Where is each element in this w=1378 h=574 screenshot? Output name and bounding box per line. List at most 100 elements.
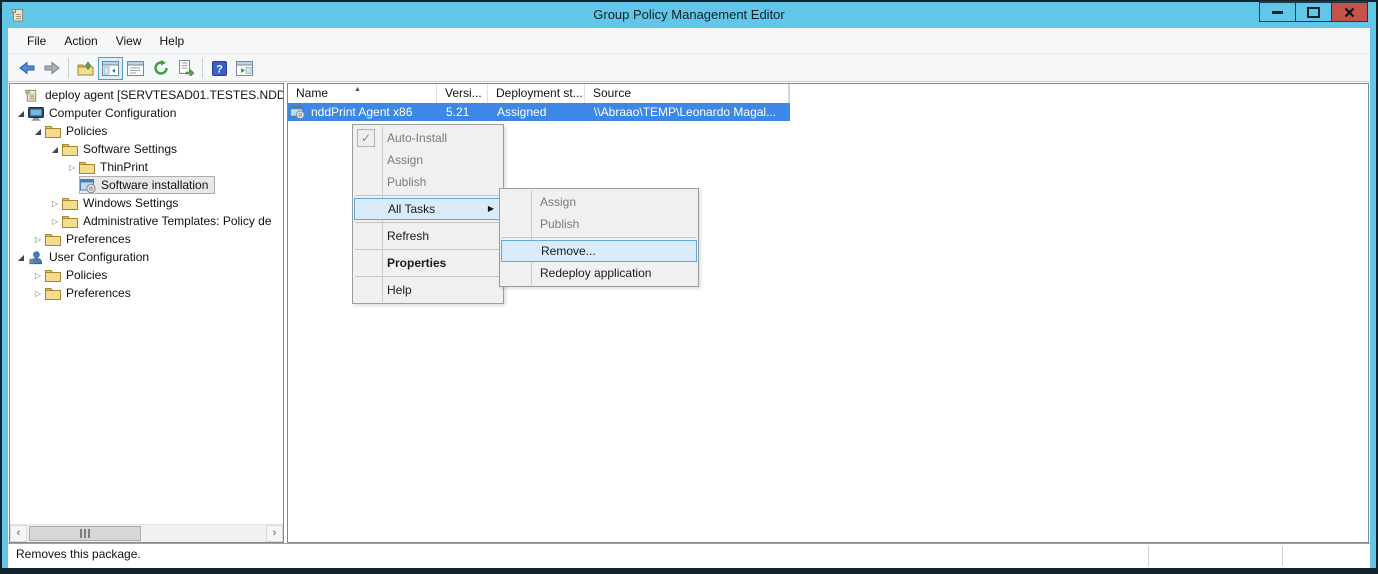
scrollbar-grip-icon	[80, 529, 82, 538]
toolbar-separator	[202, 58, 203, 78]
menu-item-assign: Assign	[353, 149, 503, 171]
menu-help[interactable]: Help	[151, 31, 194, 51]
column-header-version[interactable]: Versi...	[437, 84, 488, 103]
tree-expander-icon[interactable]: ◢	[31, 127, 45, 136]
show-action-pane-button[interactable]	[232, 57, 257, 80]
menu-separator	[355, 195, 501, 196]
status-text: Removes this package.	[16, 547, 141, 561]
help-button[interactable]: ?	[207, 57, 232, 80]
menu-item-refresh[interactable]: Refresh	[353, 225, 503, 247]
console-tree: deploy agent [SERVTESAD01.TESTES.NDDIGIT…	[10, 86, 283, 525]
menu-item-label: Publish	[540, 217, 579, 231]
tree-item-administrative-templates[interactable]: ▷ Administrative Templates: Policy de	[10, 212, 283, 230]
package-name: nddPrint Agent x86	[308, 103, 415, 121]
folder-icon	[62, 142, 80, 156]
tree-expander-icon[interactable]: ◢	[14, 109, 28, 118]
tree-item-thinprint[interactable]: ▷ ThinPrint	[10, 158, 283, 176]
tree-item-preferences-user[interactable]: ▷ Preferences	[10, 284, 283, 302]
tree-expander-icon[interactable]: ▷	[31, 271, 45, 280]
tree-item-software-installation[interactable]: Software installation	[10, 176, 283, 194]
maximize-button[interactable]	[1295, 1, 1332, 22]
back-button[interactable]	[14, 57, 39, 80]
help-icon: ?	[212, 61, 227, 76]
tree-item-user-configuration[interactable]: ◢ User Configuration	[10, 248, 283, 266]
menu-view[interactable]: View	[107, 31, 151, 51]
sort-ascending-icon: ▲	[354, 84, 361, 99]
back-arrow-icon	[19, 61, 35, 75]
computer-icon	[28, 106, 46, 121]
tree-item-policies[interactable]: ◢ Policies	[10, 122, 283, 140]
folder-icon	[45, 268, 63, 282]
tree-item-preferences-computer[interactable]: ▷ Preferences	[10, 230, 283, 248]
folder-icon	[45, 232, 63, 246]
menu-action[interactable]: Action	[55, 31, 106, 51]
scroll-left-button[interactable]: ‹	[10, 525, 27, 542]
menu-item-label: Assign	[387, 153, 423, 167]
tree-item-label: deploy agent [SERVTESAD01.TESTES.NDDIGIT…	[42, 88, 283, 102]
scrollbar-grip-icon	[88, 529, 90, 538]
show-console-tree-button[interactable]	[98, 57, 123, 80]
export-list-button[interactable]	[173, 57, 198, 80]
menu-item-label: Properties	[387, 256, 446, 270]
submenu-arrow-icon: ▶	[488, 199, 494, 219]
menu-separator	[355, 276, 501, 277]
gpo-scroll-icon	[24, 88, 42, 103]
menu-item-help[interactable]: Help	[353, 279, 503, 301]
tree-item-label: User Configuration	[46, 250, 152, 264]
refresh-button[interactable]	[148, 57, 173, 80]
tree-item-label: Policies	[63, 124, 110, 138]
tree-expander-icon[interactable]: ▷	[48, 199, 62, 208]
properties-window-button[interactable]	[123, 57, 148, 80]
statusbar-divider	[1282, 546, 1283, 566]
column-header-source[interactable]: Source	[585, 84, 789, 103]
close-button[interactable]	[1331, 1, 1368, 22]
scroll-right-button[interactable]: ›	[266, 525, 283, 542]
menu-item-properties[interactable]: Properties	[353, 252, 503, 274]
tree-item-deploy-agent[interactable]: deploy agent [SERVTESAD01.TESTES.NDDIGIT…	[10, 86, 283, 104]
tree-expander-icon[interactable]: ◢	[14, 253, 28, 262]
tree-expander-icon[interactable]: ▷	[31, 235, 45, 244]
software-installation-icon	[80, 178, 98, 193]
submenu-item-redeploy-application[interactable]: Redeploy application	[500, 262, 698, 284]
menu-item-label: Publish	[387, 175, 426, 189]
forward-arrow-icon	[44, 61, 60, 75]
menu-item-label: Assign	[540, 195, 576, 209]
all-tasks-submenu: Assign Publish Remove... Redeploy applic…	[499, 188, 699, 287]
tree-item-policies-user[interactable]: ▷ Policies	[10, 266, 283, 284]
scrollbar-thumb[interactable]	[29, 526, 141, 541]
tree-expander-icon[interactable]: ◢	[48, 145, 62, 154]
tree-selection: Software installation	[79, 176, 215, 194]
close-icon	[1344, 7, 1355, 18]
tree-expander-icon[interactable]: ▷	[65, 163, 79, 172]
submenu-item-remove[interactable]: Remove...	[501, 240, 697, 262]
menu-item-label: Help	[387, 283, 412, 297]
column-header-deployment[interactable]: Deployment st...	[488, 84, 585, 103]
refresh-icon	[153, 60, 169, 76]
menu-item-all-tasks[interactable]: All Tasks ▶	[354, 198, 502, 220]
status-bar: Removes this package.	[8, 543, 1370, 568]
menu-file[interactable]: File	[18, 31, 55, 51]
menu-item-label: Auto-Install	[387, 131, 447, 145]
forward-button[interactable]	[39, 57, 64, 80]
column-header-name[interactable]: Name ▲	[288, 84, 437, 103]
context-menu: ✓ Auto-Install Assign Publish All Tasks …	[352, 124, 504, 304]
tree-expander-icon[interactable]: ▷	[31, 289, 45, 298]
console-tree-pane: deploy agent [SERVTESAD01.TESTES.NDDIGIT…	[9, 83, 284, 543]
tree-expander-icon[interactable]: ▷	[48, 217, 62, 226]
folder-icon	[45, 124, 63, 138]
window-title: Group Policy Management Editor	[2, 2, 1376, 28]
tree-item-label: Administrative Templates: Policy de	[80, 214, 275, 228]
submenu-item-assign: Assign	[500, 191, 698, 213]
column-header-label: Versi...	[445, 86, 482, 100]
tree-item-computer-configuration[interactable]: ◢ Computer Configuration	[10, 104, 283, 122]
minimize-button[interactable]	[1259, 1, 1296, 22]
folder-icon	[79, 160, 97, 174]
tree-item-label: Preferences	[63, 286, 134, 300]
tree-item-software-settings[interactable]: ◢ Software Settings	[10, 140, 283, 158]
up-one-level-button[interactable]	[73, 57, 98, 80]
list-row-nddprint-agent[interactable]: nddPrint Agent x86 5.21 Assigned \\Abraa…	[288, 103, 790, 121]
column-header-label: Source	[593, 86, 631, 100]
tree-horizontal-scrollbar[interactable]: ‹ ›	[10, 524, 283, 542]
tree-item-windows-settings[interactable]: ▷ Windows Settings	[10, 194, 283, 212]
menu-item-label-wrap: Remove...	[502, 241, 696, 261]
